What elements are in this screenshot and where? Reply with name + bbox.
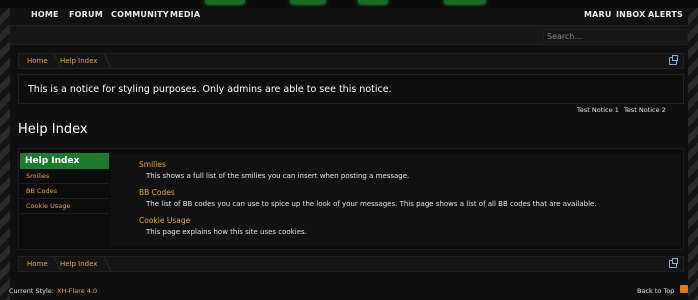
breadcrumb-separator <box>45 54 62 68</box>
nav-forum[interactable]: FORUM <box>69 10 103 19</box>
breadcrumb-help-index[interactable]: Help Index <box>60 260 97 268</box>
right-border-pattern <box>688 0 698 300</box>
main-navigation: HOME FORUM COMMUNITY MEDIA MARU INBOX AL… <box>10 8 688 26</box>
sidebar-item-smilies[interactable]: Smilies <box>20 169 109 184</box>
help-entry-title[interactable]: Smilies <box>139 160 409 169</box>
nav-inbox[interactable]: INBOX <box>616 10 645 19</box>
style-label: Current Style: <box>9 287 54 295</box>
header-glow <box>358 0 388 4</box>
help-entry-smilies: Smilies This shows a full list of the sm… <box>139 160 409 180</box>
left-border-pattern <box>0 0 10 300</box>
nav-home[interactable]: HOME <box>31 10 59 19</box>
breadcrumb-separator <box>45 257 62 271</box>
breadcrumb-home[interactable]: Home <box>27 57 48 65</box>
nav-user-maru[interactable]: MARU <box>584 10 612 19</box>
breadcrumb-bottom: Home Help Index <box>18 256 684 272</box>
help-entry-description: The list of BB codes you can use to spic… <box>146 200 597 208</box>
breadcrumb-separator <box>95 257 112 271</box>
sidebar: Help Index Smilies BB Codes Cookie Usage <box>20 153 109 214</box>
help-entry-title[interactable]: Cookie Usage <box>139 216 307 225</box>
notice-tab-2[interactable]: Test Notice 2 <box>624 106 666 114</box>
back-to-top-link[interactable]: Back to Top <box>637 287 674 295</box>
page-title: Help Index <box>18 122 88 137</box>
notice-tab-1[interactable]: Test Notice 1 <box>577 106 619 114</box>
breadcrumb-separator <box>95 54 112 68</box>
jump-to-page-icon[interactable] <box>669 55 678 65</box>
help-entry-cookie-usage: Cookie Usage This page explains how this… <box>139 216 307 236</box>
nav-alerts[interactable]: ALERTS <box>648 10 683 19</box>
sidebar-item-bb-codes[interactable]: BB Codes <box>20 184 109 199</box>
header-decoration <box>0 0 698 8</box>
search-input[interactable]: Search... <box>543 29 688 42</box>
jump-to-page-icon[interactable] <box>669 258 678 268</box>
style-chooser-link[interactable]: XH-Flare 4.0 <box>57 287 97 295</box>
notice-text: This is a notice for styling purposes. O… <box>28 84 392 95</box>
help-entry-description: This shows a full list of the smilies yo… <box>146 172 410 180</box>
help-entry-description: This page explains how this site uses co… <box>146 228 307 236</box>
help-entry-bb-codes: BB Codes The list of BB codes you can us… <box>139 188 597 208</box>
breadcrumb-help-index[interactable]: Help Index <box>60 57 97 65</box>
sidebar-item-cookie-usage[interactable]: Cookie Usage <box>20 199 109 214</box>
breadcrumb: Home Help Index <box>18 53 684 69</box>
nav-media[interactable]: MEDIA <box>170 10 200 19</box>
sidebar-heading[interactable]: Help Index <box>20 153 109 169</box>
help-entry-title[interactable]: BB Codes <box>139 188 597 197</box>
rss-icon[interactable] <box>680 285 688 293</box>
header-glow <box>444 0 486 4</box>
help-content: Smilies This shows a full list of the sm… <box>111 153 681 247</box>
header-glow <box>205 0 245 4</box>
footer <box>10 281 688 300</box>
notice-box: This is a notice for styling purposes. O… <box>18 74 684 104</box>
header-glow <box>290 0 326 4</box>
nav-community[interactable]: COMMUNITY <box>111 10 169 19</box>
breadcrumb-home[interactable]: Home <box>27 260 48 268</box>
